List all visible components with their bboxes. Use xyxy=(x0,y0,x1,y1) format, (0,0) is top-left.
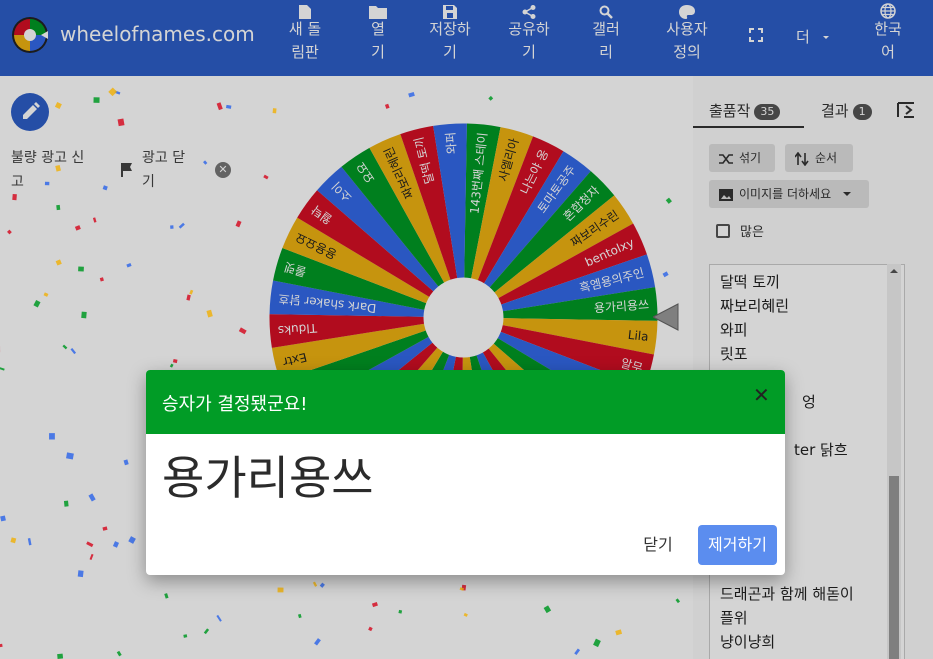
dialog-header: 승자가 결정됐군요! ✕ xyxy=(146,370,785,434)
close-icon[interactable]: ✕ xyxy=(753,384,770,406)
dialog-title: 승자가 결정됐군요! xyxy=(162,394,308,415)
winner-name: 용가리용쓰 xyxy=(162,451,374,505)
close-button[interactable]: 닫기 xyxy=(629,525,687,565)
winner-dialog: 승자가 결정됐군요! ✕ 용가리용쓰 닫기 제거하기 xyxy=(146,370,785,575)
remove-button[interactable]: 제거하기 xyxy=(698,525,777,565)
